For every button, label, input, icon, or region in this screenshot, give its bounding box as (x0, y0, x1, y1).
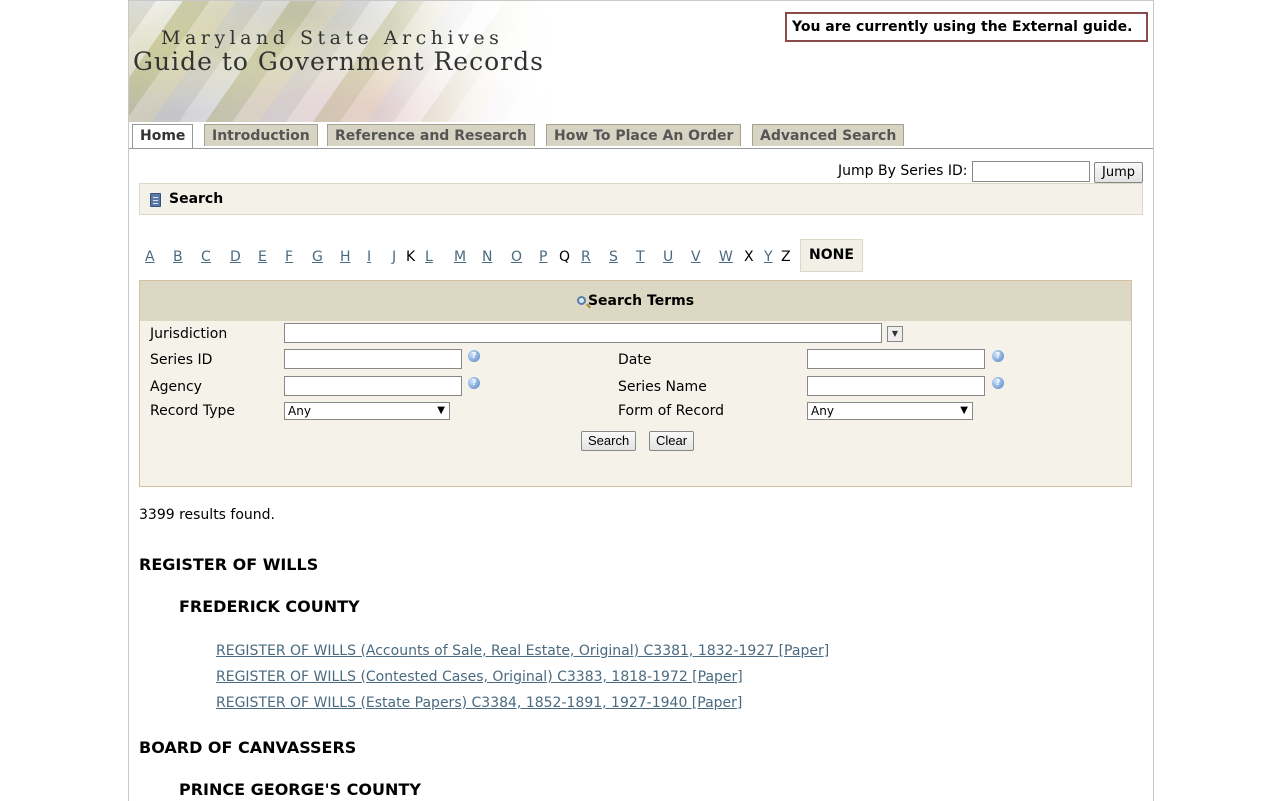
alphabet-letter-e[interactable]: E (258, 249, 267, 265)
series-id-help-icon[interactable]: ? (468, 350, 480, 362)
jump-series-input[interactable] (972, 161, 1090, 182)
record-type-value: Any (288, 404, 311, 418)
tab-reference-research[interactable]: Reference and Research (327, 124, 535, 146)
search-section-title: Search (169, 191, 224, 207)
page-container: Maryland State Archives Guide to Governm… (128, 0, 1154, 801)
tab-introduction[interactable]: Introduction (204, 124, 318, 146)
jurisdiction-input[interactable] (284, 323, 882, 343)
alphabet-letter-o[interactable]: O (511, 249, 522, 265)
header-banner: Maryland State Archives Guide to Governm… (129, 1, 569, 122)
clear-button[interactable]: Clear (649, 431, 695, 451)
form-of-record-label: Form of Record (618, 403, 725, 419)
alphabet-letter-n[interactable]: N (482, 249, 492, 265)
alphabet-letter-m[interactable]: M (454, 249, 466, 265)
record-link[interactable]: REGISTER OF WILLS (Contested Cases, Orig… (216, 669, 743, 685)
alphabet-letter-j[interactable]: J (392, 249, 396, 265)
chevron-down-icon: ▼ (437, 405, 445, 416)
chevron-down-icon: ▼ (960, 405, 968, 416)
search-terms-title: Search Terms (587, 293, 695, 309)
result-county-heading: PRINCE GEORGE'S COUNTY (179, 780, 421, 799)
brand-line1: Maryland State Archives (161, 27, 504, 49)
results-count: 3399 results found. (139, 507, 276, 523)
alphabet-letter-l[interactable]: L (425, 249, 433, 265)
form-of-record-value: Any (811, 404, 834, 418)
jump-label: Jump By Series ID: (838, 163, 968, 179)
record-link[interactable]: REGISTER OF WILLS (Estate Papers) C3384,… (216, 695, 742, 711)
jump-button[interactable]: Jump (1094, 162, 1143, 183)
guide-notice: You are currently using the External gui… (785, 12, 1148, 42)
alphabet-letter-f[interactable]: F (285, 249, 293, 265)
brand-title: Guide to Government Records (133, 47, 544, 76)
agency-input[interactable] (284, 376, 462, 396)
alphabet-letter-w[interactable]: W (719, 249, 733, 265)
alphabet-letter-p[interactable]: P (539, 249, 547, 265)
jurisdiction-label: Jurisdiction (150, 326, 228, 342)
main-tabs: Home Introduction Reference and Research… (129, 123, 1153, 149)
alphabet-none[interactable]: NONE (800, 239, 863, 272)
date-label: Date (618, 352, 652, 368)
series-name-label: Series Name (618, 379, 707, 395)
alphabet-letter-a[interactable]: A (145, 249, 155, 265)
series-id-input[interactable] (284, 349, 462, 369)
alphabet-letter-z: Z (781, 249, 791, 265)
alphabet-letter-h[interactable]: H (340, 249, 351, 265)
agency-help-icon[interactable]: ? (468, 377, 480, 389)
alphabet-letter-k: K (406, 249, 416, 265)
jurisdiction-dropdown-button[interactable]: ▼ (887, 326, 903, 342)
magnifier-icon (576, 296, 586, 305)
record-link[interactable]: REGISTER OF WILLS (Accounts of Sale, Rea… (216, 643, 829, 659)
series-id-label: Series ID (150, 352, 213, 368)
alphabet-letter-y[interactable]: Y (764, 249, 773, 265)
alphabet-letter-x: X (744, 249, 754, 265)
book-icon (150, 193, 161, 207)
alphabet-letter-t[interactable]: T (636, 249, 645, 265)
alphabet-letter-d[interactable]: D (230, 249, 241, 265)
result-group-heading: REGISTER OF WILLS (139, 555, 319, 574)
alphabet-letter-v[interactable]: V (691, 249, 701, 265)
search-terms-header: Search Terms (140, 281, 1131, 321)
date-input[interactable] (807, 349, 985, 369)
date-help-icon[interactable]: ? (992, 350, 1004, 362)
alphabet-letter-u[interactable]: U (663, 249, 673, 265)
alphabet-letter-b[interactable]: B (173, 249, 183, 265)
record-type-label: Record Type (150, 403, 235, 419)
alphabet-letter-q: Q (559, 249, 571, 265)
search-section-header: Search (139, 183, 1143, 215)
tab-home[interactable]: Home (132, 124, 194, 148)
tab-advanced-search[interactable]: Advanced Search (752, 124, 905, 146)
form-of-record-select[interactable]: Any ▼ (807, 402, 973, 420)
search-terms-panel: Search Terms Jurisdiction ▼ Series ID ? … (139, 280, 1132, 487)
result-group-heading: BOARD OF CANVASSERS (139, 738, 357, 757)
series-name-input[interactable] (807, 376, 985, 396)
tab-how-to-order[interactable]: How To Place An Order (546, 124, 742, 146)
alphabet-letter-c[interactable]: C (201, 249, 211, 265)
result-county-heading: FREDERICK COUNTY (179, 597, 360, 616)
series-name-help-icon[interactable]: ? (992, 377, 1004, 389)
alphabet-letter-s[interactable]: S (609, 249, 618, 265)
alphabet-letter-i[interactable]: I (367, 249, 371, 265)
alphabet-letter-r[interactable]: R (581, 249, 591, 265)
record-type-select[interactable]: Any ▼ (284, 402, 450, 420)
search-button[interactable]: Search (581, 431, 637, 451)
agency-label: Agency (150, 379, 202, 395)
alphabet-letter-g[interactable]: G (312, 249, 323, 265)
